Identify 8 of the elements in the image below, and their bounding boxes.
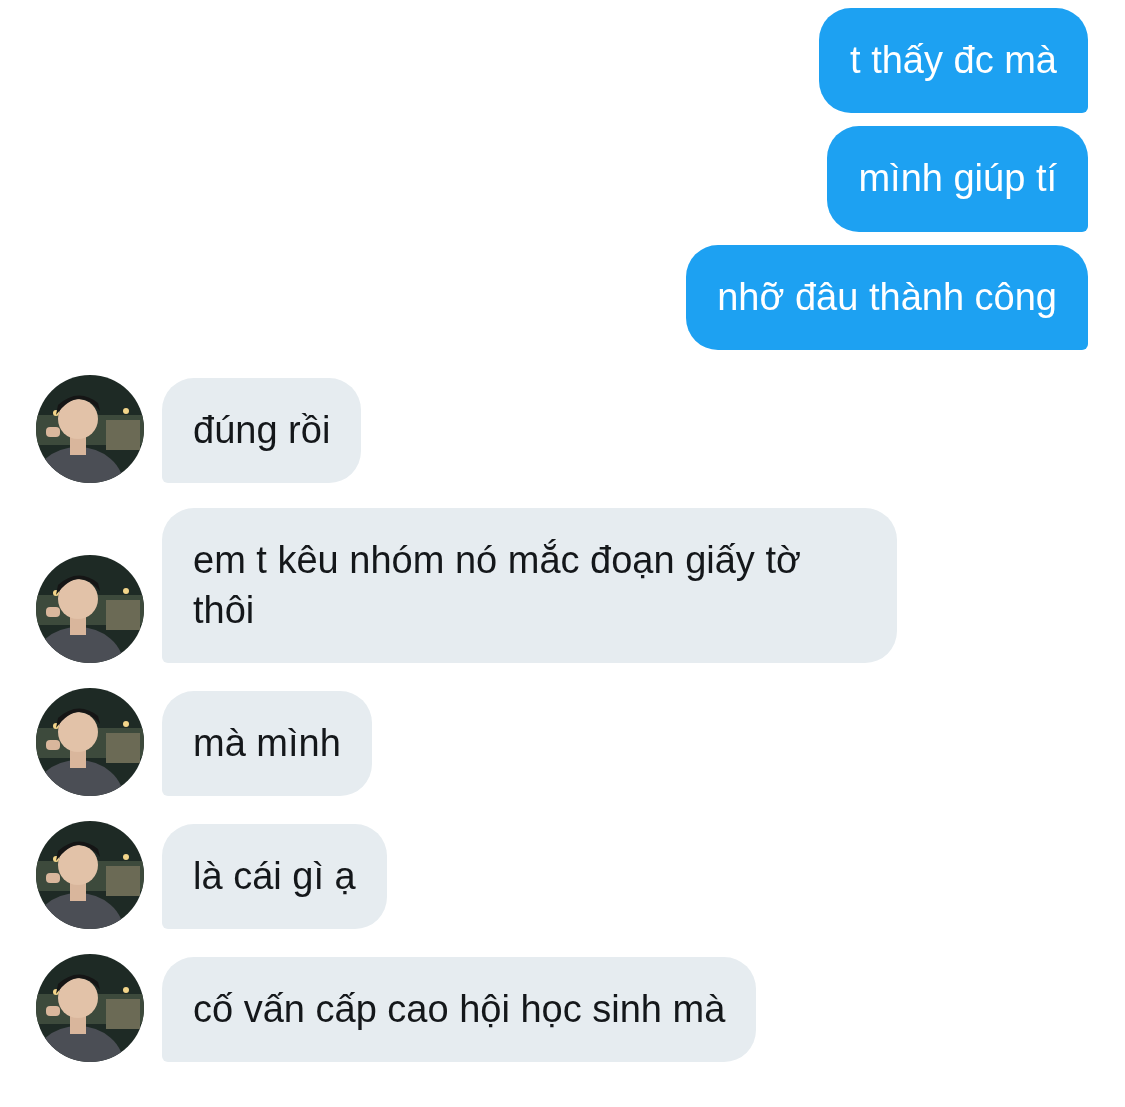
message-bubble: cố vấn cấp cao hội học sinh mà <box>162 956 757 1062</box>
message-bubble: t thấy đc mà <box>819 8 1088 114</box>
message-bubble: đúng rồi <box>162 377 362 484</box>
message-bubble: nhỡ đâu thành công <box>686 244 1088 351</box>
message-bubble: mình giúp tí <box>827 126 1088 232</box>
message-bubble: là cái gì ạ <box>162 823 387 929</box>
message-bubble: mà mình <box>162 690 372 796</box>
message-bubble: em t kêu nhóm nó mắc đoạn giấy tờ thôi <box>162 508 897 663</box>
